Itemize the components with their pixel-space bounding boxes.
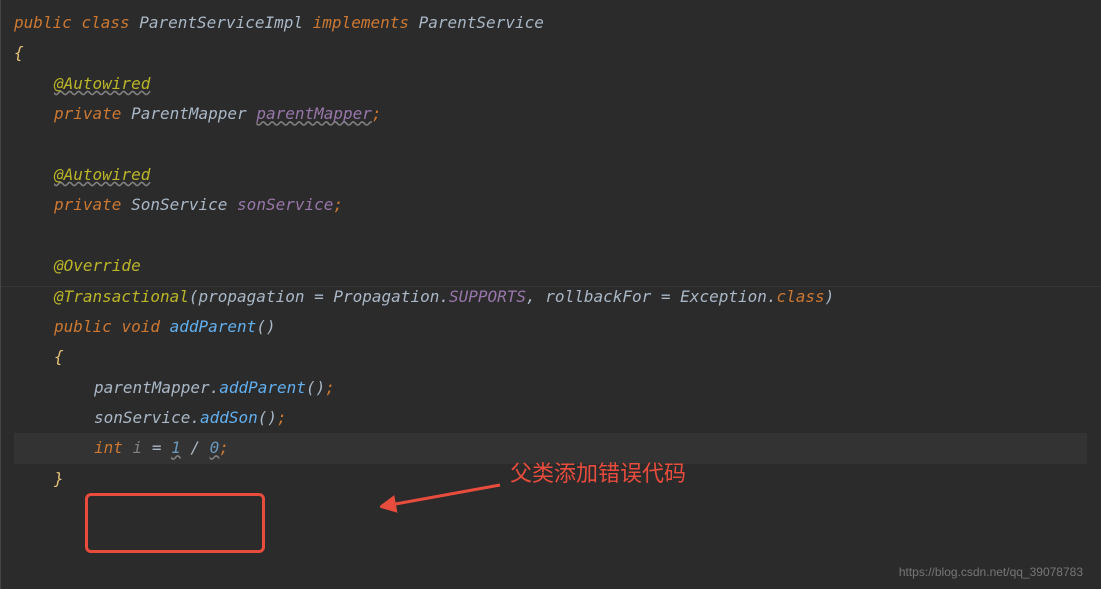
comma: ,	[526, 287, 545, 306]
number-1: 1	[171, 438, 181, 457]
parens: ()	[306, 378, 325, 397]
code-line-13: parentMapper.addParent();	[14, 373, 1087, 403]
enum-supports: SUPPORTS	[449, 287, 526, 306]
code-line-1: public class ParentServiceImpl implement…	[14, 8, 1087, 38]
keyword-private: private	[54, 104, 121, 123]
semicolon: ;	[219, 438, 229, 457]
keyword-class-ref: class	[777, 287, 825, 306]
method-call-addson: addSon	[200, 408, 258, 427]
code-line-4: private ParentMapper parentMapper;	[14, 99, 1087, 129]
annotation-transactional: @Transactional	[54, 287, 189, 306]
parens: ()	[258, 408, 277, 427]
enum-prefix: Propagation.	[333, 287, 449, 306]
editor-gutter-border	[0, 0, 1, 589]
keyword-private: private	[54, 195, 121, 214]
method-addparent: addParent	[170, 317, 257, 336]
brace-open: {	[14, 43, 24, 62]
field-parentmapper: parentMapper	[256, 104, 372, 123]
paren-close: )	[825, 287, 835, 306]
parens: ()	[256, 317, 275, 336]
var-i: i	[133, 438, 143, 457]
code-line-2: {	[14, 38, 1087, 68]
keyword-implements: implements	[313, 13, 409, 32]
var-sonservice: sonService	[94, 408, 190, 427]
code-line-5	[14, 130, 1087, 160]
keyword-class: class	[81, 13, 129, 32]
code-editor[interactable]: public class ParentServiceImpl implement…	[0, 0, 1101, 502]
code-line-14: sonService.addSon();	[14, 403, 1087, 433]
interface-name: ParentService	[419, 13, 544, 32]
type-parentmapper: ParentMapper	[131, 104, 247, 123]
annotation-autowired: @Autowired	[54, 165, 150, 184]
keyword-public: public	[54, 317, 112, 336]
equals: =	[304, 287, 333, 306]
code-line-3: @Autowired	[14, 69, 1087, 99]
brace-close: }	[54, 469, 64, 488]
code-line-7: private SonService sonService;	[14, 190, 1087, 220]
param-propagation: propagation	[199, 287, 305, 306]
semicolon: ;	[325, 378, 335, 397]
number-0: 0	[210, 438, 220, 457]
watermark-text: https://blog.csdn.net/qq_39078783	[899, 565, 1083, 579]
brace-open: {	[54, 347, 64, 366]
method-call-addparent: addParent	[219, 378, 306, 397]
keyword-void: void	[121, 317, 160, 336]
semicolon: ;	[372, 104, 382, 123]
equals: =	[651, 287, 680, 306]
code-line-6: @Autowired	[14, 160, 1087, 190]
type-sonservice: SonService	[131, 195, 227, 214]
var-parentmapper: parentMapper	[94, 378, 210, 397]
semicolon: ;	[333, 195, 343, 214]
keyword-int: int	[94, 438, 123, 457]
class-prefix: Exception.	[680, 287, 776, 306]
annotation-override: @Override	[54, 256, 141, 275]
divide: /	[181, 438, 210, 457]
class-name: ParentServiceImpl	[139, 13, 303, 32]
keyword-public: public	[14, 13, 72, 32]
code-line-11: public void addParent()	[14, 312, 1087, 342]
field-sonservice: sonService	[237, 195, 333, 214]
param-rollbackfor: rollbackFor	[545, 287, 651, 306]
equals: =	[142, 438, 171, 457]
annotation-autowired: @Autowired	[54, 74, 150, 93]
dot: .	[210, 378, 220, 397]
code-line-12: {	[14, 342, 1087, 372]
method-separator	[0, 286, 1101, 287]
annotation-label: 父类添加错误代码	[510, 456, 686, 488]
code-line-8	[14, 221, 1087, 251]
code-line-9: @Override	[14, 251, 1087, 281]
paren-open: (	[189, 287, 199, 306]
semicolon: ;	[277, 408, 287, 427]
dot: .	[190, 408, 200, 427]
